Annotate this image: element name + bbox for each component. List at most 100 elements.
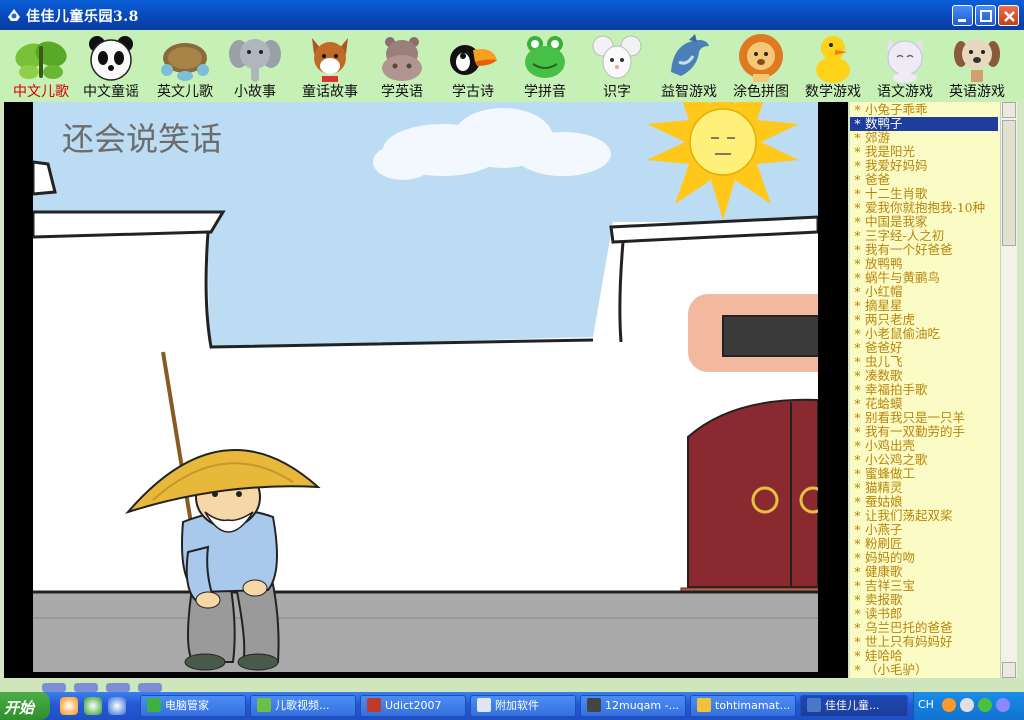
tool-ancient-poems[interactable]: 学古诗 xyxy=(438,30,508,102)
song-list-item[interactable]: * 数鸭子 xyxy=(850,117,998,131)
bullet-icon: * xyxy=(854,649,861,663)
song-list-item[interactable]: * 蚕姑娘 xyxy=(850,495,998,509)
song-list-item-label: 娃哈哈 xyxy=(865,649,903,663)
song-list-item[interactable]: * 蜗牛与黄鹂鸟 xyxy=(850,271,998,285)
song-list-item[interactable]: * 乌兰巴托的爸爸 xyxy=(850,621,998,635)
scroll-thumb[interactable] xyxy=(1002,120,1016,246)
song-list-item[interactable]: * 花蛤蟆 xyxy=(850,397,998,411)
film-icon xyxy=(587,698,601,712)
scroll-down-button[interactable] xyxy=(1002,662,1016,678)
player-button[interactable] xyxy=(106,683,130,692)
player-button[interactable] xyxy=(138,683,162,692)
song-list-item-label: 郊游 xyxy=(865,131,891,145)
tool-label: 识字 xyxy=(603,84,631,100)
song-list-item[interactable]: * 读书郎 xyxy=(850,607,998,621)
tool-fairy-tales[interactable]: 童话故事 xyxy=(295,30,365,102)
song-list-item[interactable]: * 爱我你就抱抱我-10种 xyxy=(850,201,998,215)
song-list-item-label: 健康歌 xyxy=(865,565,903,579)
song-list-item[interactable]: * 吉祥三宝 xyxy=(850,579,998,593)
song-list-item-label: 爱我你就抱抱我-10种 xyxy=(865,201,986,215)
song-list-item[interactable]: * 娃哈哈 xyxy=(850,649,998,663)
tool-english-games[interactable]: 英语游戏 xyxy=(942,30,1012,102)
start-button[interactable]: 开始 xyxy=(0,692,50,720)
song-list-item[interactable]: * 世上只有妈妈好 xyxy=(850,635,998,649)
tool-short-stories[interactable]: 小故事 xyxy=(220,30,290,102)
song-list-item[interactable]: * 中国是我家 xyxy=(850,215,998,229)
song-list-item[interactable]: * 小燕子 xyxy=(850,523,998,537)
song-list-item[interactable]: * 小公鸡之歌 xyxy=(850,453,998,467)
input-method-label[interactable]: CH xyxy=(918,698,934,711)
scroll-up-button[interactable] xyxy=(1002,102,1016,118)
tool-chinese-games[interactable]: 语文游戏 xyxy=(870,30,940,102)
song-list-item[interactable]: * 十二生肖歌 xyxy=(850,187,998,201)
taskbar-task[interactable]: 12muqam -... xyxy=(580,695,686,717)
song-list-item[interactable]: * 蜜蜂做工 xyxy=(850,467,998,481)
tool-literacy[interactable]: 识字 xyxy=(582,30,652,102)
song-list-item[interactable]: * 摘星星 xyxy=(850,299,998,313)
song-list-item[interactable]: * 小兔子乖乖 xyxy=(850,103,998,117)
song-list-item[interactable]: * 幸福拍手歌 xyxy=(850,383,998,397)
bullet-icon: * xyxy=(854,425,861,439)
song-list-item[interactable]: * 我有一双勤劳的手 xyxy=(850,425,998,439)
song-list-item-label: 卖报歌 xyxy=(865,593,903,607)
song-list-item-label: 小公鸡之歌 xyxy=(865,453,928,467)
song-list-item[interactable]: * （小毛驴） xyxy=(850,663,998,677)
song-list-item[interactable]: * 别看我只是一只羊 xyxy=(850,411,998,425)
song-list-item[interactable]: * 三字经-人之初 xyxy=(850,229,998,243)
cat-icon xyxy=(887,38,923,83)
song-list-item[interactable]: * 小老鼠偷油吃 xyxy=(850,327,998,341)
taskbar-task[interactable]: 附加软件 xyxy=(470,695,576,717)
song-list-item[interactable]: * 我爱好妈妈 xyxy=(850,159,998,173)
song-list-item[interactable]: * 爸爸好 xyxy=(850,341,998,355)
song-list-item[interactable]: * 我是阳光 xyxy=(850,145,998,159)
taskbar-task[interactable]: Udict2007 xyxy=(360,695,466,717)
song-list-item[interactable]: * 让我们荡起双桨 xyxy=(850,509,998,523)
song-list-item[interactable]: * 两只老虎 xyxy=(850,313,998,327)
tool-chinese-songs[interactable]: 中文儿歌 xyxy=(6,30,76,102)
minimize-button[interactable] xyxy=(952,5,973,26)
window-icon xyxy=(477,698,491,712)
tray-icon[interactable] xyxy=(960,698,974,712)
song-list-scrollbar[interactable] xyxy=(1000,102,1017,678)
song-list-item[interactable]: * 猫精灵 xyxy=(850,481,998,495)
taskbar-task[interactable]: 佳佳儿童... xyxy=(800,695,908,717)
quicklaunch-icon[interactable] xyxy=(108,697,126,715)
song-list-item-label: 我是阳光 xyxy=(865,145,916,159)
song-list-item[interactable]: * 凑数歌 xyxy=(850,369,998,383)
song-list-item[interactable]: * 爸爸 xyxy=(850,173,998,187)
player-button[interactable] xyxy=(74,683,98,692)
song-list-item[interactable]: * 虫儿飞 xyxy=(850,355,998,369)
quicklaunch-icon[interactable] xyxy=(84,697,102,715)
song-list-item[interactable]: * 小鸡出壳 xyxy=(850,439,998,453)
taskbar-task[interactable]: tohtimamat... xyxy=(690,695,796,717)
song-list-item[interactable]: * 卖报歌 xyxy=(850,593,998,607)
tool-coloring[interactable]: 涂色拼图 xyxy=(726,30,796,102)
tool-chinese-rhymes[interactable]: 中文童谣 xyxy=(76,30,146,102)
tray-icon[interactable] xyxy=(996,698,1010,712)
taskbar-task[interactable]: 儿歌视频... xyxy=(250,695,356,717)
animation-stage[interactable] xyxy=(33,102,818,672)
song-list-item[interactable]: * 粉刷匠 xyxy=(850,537,998,551)
quicklaunch-icon[interactable] xyxy=(60,697,78,715)
bullet-icon: * xyxy=(854,397,861,411)
tool-math-games[interactable]: 数学游戏 xyxy=(798,30,868,102)
tool-label: 小故事 xyxy=(234,84,276,100)
song-list-item-label: 爸爸 xyxy=(865,173,891,187)
taskbar-task[interactable]: 电脑管家 xyxy=(140,695,246,717)
player-button[interactable] xyxy=(42,683,66,692)
close-button[interactable] xyxy=(998,5,1019,26)
maximize-button[interactable] xyxy=(975,5,996,26)
tool-puzzle-games[interactable]: 益智游戏 xyxy=(654,30,724,102)
song-list-item[interactable]: * 放鸭鸭 xyxy=(850,257,998,271)
song-list-item[interactable]: * 郊游 xyxy=(850,131,998,145)
tool-learn-pinyin[interactable]: 学拼音 xyxy=(510,30,580,102)
song-list-item[interactable]: * 我有一个好爸爸 xyxy=(850,243,998,257)
tool-learn-english[interactable]: 学英语 xyxy=(367,30,437,102)
song-list-item[interactable]: * 妈妈的吻 xyxy=(850,551,998,565)
tray-icon[interactable] xyxy=(942,698,956,712)
tool-english-songs[interactable]: 英文儿歌 xyxy=(150,30,220,102)
tray-icon[interactable] xyxy=(978,698,992,712)
bullet-icon: * xyxy=(854,579,861,593)
song-list-item[interactable]: * 健康歌 xyxy=(850,565,998,579)
song-list-item[interactable]: * 小红帽 xyxy=(850,285,998,299)
